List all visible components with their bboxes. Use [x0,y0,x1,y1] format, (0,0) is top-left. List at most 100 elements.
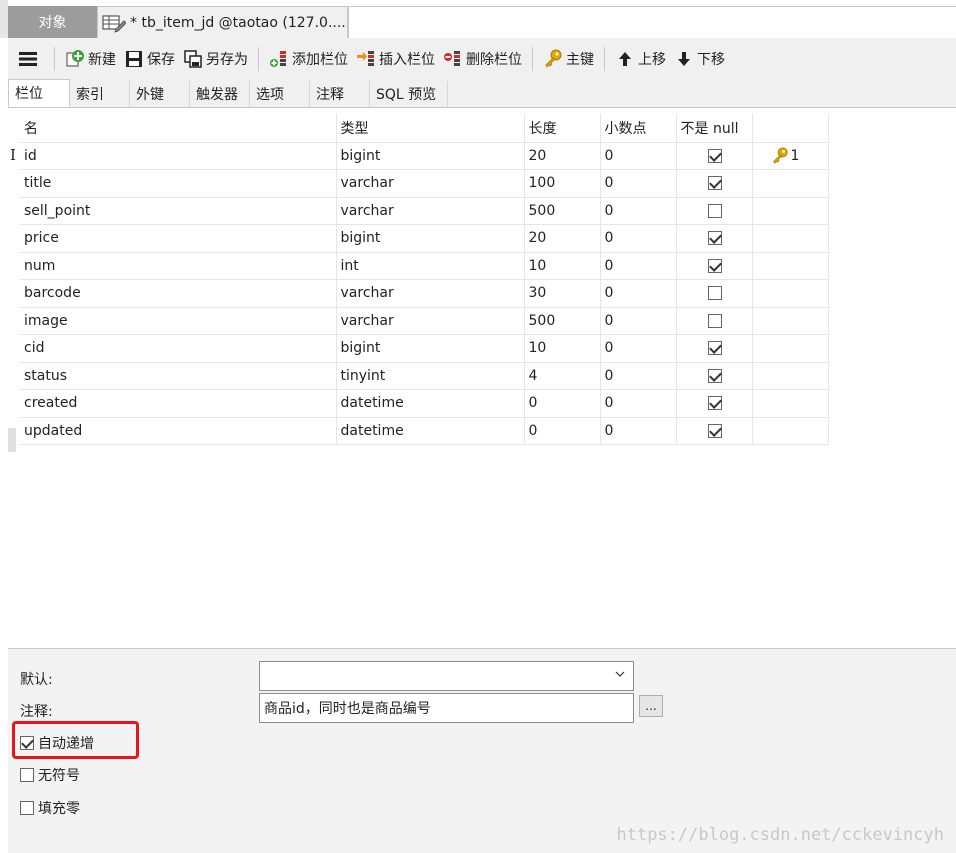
save-button[interactable]: 保存 [120,44,179,74]
cell-key[interactable] [752,334,829,363]
table-row[interactable]: updated datetime 0 0 [20,417,829,445]
cell-decimals[interactable]: 0 [600,334,677,363]
cell-type[interactable]: int [336,252,525,280]
cell-key[interactable] [752,279,829,308]
not-null-checkbox[interactable] [707,423,722,438]
cell-decimals[interactable]: 0 [600,252,677,280]
table-row[interactable]: barcode varchar 30 0 [20,279,829,308]
new-button[interactable]: 新建 [61,44,120,74]
cell-name[interactable]: title [20,169,337,198]
header-decimals[interactable]: 小数点 [600,114,677,143]
cell-decimals[interactable]: 0 [600,389,677,418]
cell-key[interactable] [752,197,829,225]
cell-length[interactable]: 20 [524,142,601,170]
not-null-checkbox[interactable] [707,203,722,218]
cell-key[interactable] [752,169,829,198]
move-up-button[interactable]: 上移 [611,44,670,74]
zerofill-checkbox[interactable] [20,801,34,815]
cell-key[interactable] [752,362,829,390]
cell-not-null[interactable] [676,417,753,445]
cell-type[interactable]: datetime [336,389,525,418]
table-row[interactable]: num int 10 0 [20,252,829,280]
auto-increment-option[interactable]: 自动递增 [20,733,94,753]
header-not-null[interactable]: 不是 null [676,114,753,143]
header-type[interactable]: 类型 [336,114,525,143]
not-null-checkbox[interactable] [707,176,722,191]
not-null-checkbox[interactable] [707,148,722,163]
table-row[interactable]: created datetime 0 0 [20,389,829,418]
cell-name[interactable]: id [20,142,337,170]
comment-input[interactable]: 商品id，同时也是商品编号 [259,693,634,723]
unsigned-option[interactable]: 无符号 [20,765,80,785]
header-length[interactable]: 长度 [524,114,601,143]
cell-name[interactable]: created [20,389,337,418]
cell-length[interactable]: 500 [524,307,601,335]
tab-options[interactable]: 选项 [250,81,310,107]
cell-key[interactable]: 1 [752,142,829,170]
cell-name[interactable]: barcode [20,279,337,308]
tab-indexes[interactable]: 索引 [70,81,130,107]
cell-type[interactable]: varchar [336,307,525,335]
insert-column-button[interactable]: 插入栏位 [352,44,439,74]
cell-decimals[interactable]: 0 [600,362,677,390]
cell-decimals[interactable]: 0 [600,279,677,308]
cell-length[interactable]: 30 [524,279,601,308]
table-row[interactable]: id bigint 20 0 1 [20,142,829,170]
table-row[interactable]: sell_point varchar 500 0 [20,197,829,225]
cell-not-null[interactable] [676,307,753,335]
not-null-checkbox[interactable] [707,286,722,301]
cell-not-null[interactable] [676,169,753,198]
cell-not-null[interactable] [676,224,753,253]
default-select[interactable] [259,661,634,691]
menu-button[interactable] [8,44,48,74]
cell-type[interactable]: bigint [336,142,525,170]
cell-name[interactable]: image [20,307,337,335]
cell-type[interactable]: bigint [336,334,525,363]
unsigned-checkbox[interactable] [20,768,34,782]
tab-objects[interactable]: 对象 [8,6,97,38]
delete-column-button[interactable]: 删除栏位 [439,44,526,74]
primary-key-button[interactable]: 主键 [539,44,598,74]
tab-triggers[interactable]: 触发器 [190,81,250,107]
cell-length[interactable]: 10 [524,252,601,280]
tab-comments[interactable]: 注释 [310,81,370,107]
cell-key[interactable] [752,224,829,253]
cell-decimals[interactable]: 0 [600,197,677,225]
cell-length[interactable]: 4 [524,362,601,390]
header-key[interactable] [752,114,829,143]
tab-fields[interactable]: 栏位 [8,79,70,107]
cell-name[interactable]: updated [20,417,337,445]
cell-name[interactable]: num [20,252,337,280]
not-null-checkbox[interactable] [707,368,722,383]
table-row[interactable]: status tinyint 4 0 [20,362,829,390]
cell-not-null[interactable] [676,334,753,363]
cell-type[interactable]: datetime [336,417,525,445]
save-as-button[interactable]: 另存为 [179,44,252,74]
cell-name[interactable]: cid [20,334,337,363]
cell-length[interactable]: 500 [524,197,601,225]
cell-not-null[interactable] [676,389,753,418]
cell-name[interactable]: status [20,362,337,390]
not-null-checkbox[interactable] [707,396,722,411]
cell-decimals[interactable]: 0 [600,142,677,170]
cell-not-null[interactable] [676,197,753,225]
cell-key[interactable] [752,307,829,335]
cell-not-null[interactable] [676,279,753,308]
cell-key[interactable] [752,417,829,445]
tab-sql-preview[interactable]: SQL 预览 [370,81,448,107]
table-row[interactable]: price bigint 20 0 [20,224,829,253]
add-column-button[interactable]: 添加栏位 [265,44,352,74]
not-null-checkbox[interactable] [707,258,722,273]
cell-type[interactable]: varchar [336,279,525,308]
cell-length[interactable]: 100 [524,169,601,198]
header-name[interactable]: 名 [20,114,337,143]
cell-type[interactable]: bigint [336,224,525,253]
cell-type[interactable]: varchar [336,197,525,225]
tab-table-design[interactable]: * tb_item_jd @taotao (127.0.... [97,6,348,38]
cell-decimals[interactable]: 0 [600,169,677,198]
cell-not-null[interactable] [676,142,753,170]
cell-key[interactable] [752,389,829,418]
table-row[interactable]: image varchar 500 0 [20,307,829,335]
cell-key[interactable] [752,252,829,280]
cell-decimals[interactable]: 0 [600,417,677,445]
